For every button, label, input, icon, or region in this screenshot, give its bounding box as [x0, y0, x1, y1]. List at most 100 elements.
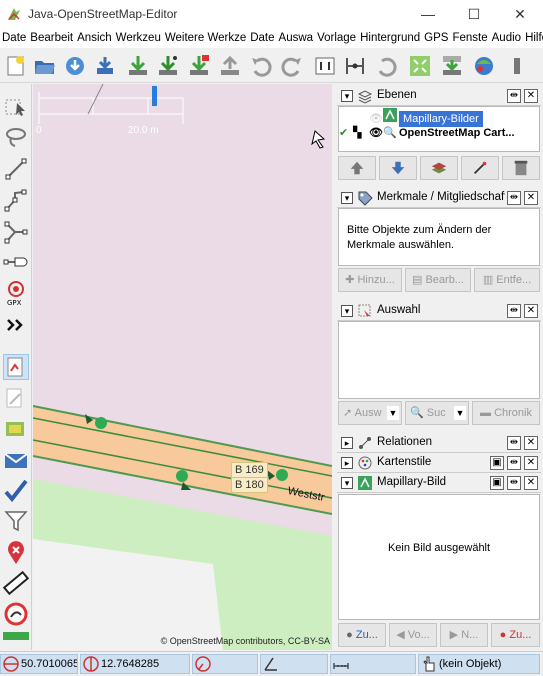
- draw-tool-icon[interactable]: [3, 156, 29, 182]
- pin-icon[interactable]: ⇹: [507, 304, 521, 318]
- search-button[interactable]: 🔍 Suc ▼: [405, 401, 469, 425]
- next-image-button[interactable]: ▶ N...: [440, 623, 488, 647]
- history-button[interactable]: ▬ Chronik: [472, 401, 540, 425]
- layers-panel-header[interactable]: ▾ Ebenen ⇹ ✕: [337, 86, 541, 106]
- panel-close-icon[interactable]: ✕: [524, 191, 538, 205]
- activate-layer-icon[interactable]: [461, 156, 499, 180]
- undo-icon[interactable]: [249, 54, 273, 78]
- mapillary-join-icon[interactable]: [3, 386, 29, 412]
- collapse-icon[interactable]: ▾: [341, 477, 353, 489]
- measure-tool-icon[interactable]: [2, 570, 30, 596]
- expand-icon[interactable]: ▸: [341, 437, 353, 449]
- zoom-fit-icon[interactable]: [408, 54, 432, 78]
- revert-icon[interactable]: [374, 54, 398, 78]
- move-up-icon[interactable]: [338, 156, 376, 180]
- menu-view[interactable]: Ansich: [75, 28, 114, 48]
- map-attribution[interactable]: © OpenStreetMap contributors, CC-BY-SA: [161, 636, 330, 646]
- download-in-view-icon[interactable]: [440, 54, 464, 78]
- menu-help[interactable]: Hilfe: [523, 28, 543, 48]
- menu-presets[interactable]: Vorlage: [315, 28, 358, 48]
- mapillary-image-area[interactable]: Kein Bild ausgewählt: [338, 494, 540, 620]
- map-canvas[interactable]: [33, 84, 332, 650]
- select-button[interactable]: ➚ Ausw ▼: [338, 401, 402, 425]
- panel-close-icon[interactable]: ✕: [524, 304, 538, 318]
- validate-tool-icon[interactable]: [3, 478, 29, 504]
- dropdown-arrow-icon[interactable]: ▼: [387, 406, 399, 420]
- mapillary-select-icon[interactable]: [3, 354, 29, 380]
- way-tool-icon[interactable]: [3, 188, 29, 214]
- panel-close-icon[interactable]: ✕: [524, 436, 538, 450]
- panel-close-icon[interactable]: ✕: [524, 89, 538, 103]
- more-tools-icon[interactable]: [3, 312, 29, 338]
- download-data-icon[interactable]: [126, 54, 150, 78]
- split-way-icon[interactable]: [343, 54, 367, 78]
- settings-icon[interactable]: ▣: [490, 476, 504, 490]
- prohibited-tool-icon[interactable]: [3, 601, 29, 627]
- previous-image-button[interactable]: ◀ Vo...: [389, 623, 437, 647]
- download-osm-icon[interactable]: [156, 54, 180, 78]
- minimize-button[interactable]: —: [405, 0, 451, 28]
- lasso-tool-icon[interactable]: [3, 124, 29, 150]
- expand-icon[interactable]: ▸: [341, 457, 353, 469]
- menu-audio[interactable]: Audio: [490, 28, 523, 48]
- wms-icon[interactable]: [472, 54, 496, 78]
- pin-icon[interactable]: ⇹: [507, 89, 521, 103]
- pin-icon[interactable]: ⇹: [507, 191, 521, 205]
- pin-icon[interactable]: ⇹: [507, 476, 521, 490]
- menu-more-tools[interactable]: Weitere Werkze: [163, 28, 248, 48]
- mapstyles-panel-header[interactable]: ▸ Kartenstile ▣ ⇹ ✕: [337, 453, 541, 473]
- mapillary-image-panel-header[interactable]: ▾ Mapillary-Bild ▣ ⇹ ✕: [337, 473, 541, 493]
- move-down-icon[interactable]: [379, 156, 417, 180]
- menu-windows[interactable]: Fenste: [450, 28, 489, 48]
- close-image-button[interactable]: ● Zu...: [491, 623, 540, 647]
- close-button[interactable]: ✕: [497, 0, 543, 28]
- menu-gps[interactable]: GPS: [422, 28, 450, 48]
- toolbar-end-icon[interactable]: [505, 54, 529, 78]
- panel-close-icon[interactable]: ✕: [524, 476, 538, 490]
- filter-tool-icon[interactable]: [3, 508, 29, 534]
- menu-imagery[interactable]: Hintergrund: [358, 28, 422, 48]
- menu-data[interactable]: Date: [248, 28, 276, 48]
- goto-image-button[interactable]: ● Zu...: [338, 623, 386, 647]
- redo-icon[interactable]: [280, 54, 304, 78]
- collapse-icon[interactable]: ▾: [341, 90, 353, 102]
- preferences-icon[interactable]: [313, 54, 337, 78]
- menu-file[interactable]: Date: [0, 28, 28, 48]
- merge-layers-icon[interactable]: [420, 156, 458, 180]
- visibility-eye-icon[interactable]: 👁: [369, 125, 383, 141]
- mapillary-edit-icon[interactable]: [3, 418, 29, 444]
- select-tool-icon[interactable]: [3, 94, 29, 120]
- layers-list[interactable]: 👁 Mapillary-Bilder ✔ ▚ 👁🔍 OpenStreetMap Cart…: [338, 106, 540, 152]
- menu-edit[interactable]: Bearbeit: [28, 28, 75, 48]
- improve-way-tool-icon[interactable]: [3, 220, 29, 246]
- download-icon[interactable]: [63, 54, 87, 78]
- pin-icon[interactable]: ⇹: [507, 436, 521, 450]
- panel-close-icon[interactable]: ✕: [524, 456, 538, 470]
- parallel-tool-icon[interactable]: [3, 250, 29, 276]
- settings-icon[interactable]: ▣: [490, 456, 504, 470]
- delete-tag-button[interactable]: ▥ Entfe...: [474, 268, 540, 292]
- menu-selection[interactable]: Auswa: [277, 28, 316, 48]
- layer-item-osm-carto[interactable]: ✔ ▚ 👁🔍 OpenStreetMap Cart...: [339, 125, 539, 141]
- edit-tag-button[interactable]: ▤ Bearb...: [405, 268, 471, 292]
- download-along-icon[interactable]: [93, 54, 117, 78]
- tags-panel-header[interactable]: ▾ Merkmale / Mitgliedschafte ⇹ ✕: [337, 188, 541, 208]
- download-notes-icon[interactable]: [187, 54, 211, 78]
- delete-layer-icon[interactable]: [502, 156, 540, 180]
- layer-item-mapillary[interactable]: 👁 Mapillary-Bilder: [339, 108, 539, 127]
- collapse-icon[interactable]: ▾: [341, 305, 353, 317]
- relations-panel-header[interactable]: ▸ Relationen ⇹ ✕: [337, 433, 541, 453]
- add-tag-button[interactable]: ✚ Hinzu...: [338, 268, 402, 292]
- selection-list[interactable]: [338, 321, 540, 399]
- message-tool-icon[interactable]: [3, 448, 29, 474]
- dropdown-arrow-icon[interactable]: ▼: [454, 406, 466, 420]
- upload-icon[interactable]: [218, 54, 242, 78]
- map-view[interactable]: 0 20.0 m B 169 B 180 Weststr © OpenStree…: [33, 84, 332, 650]
- gpx-tool-icon[interactable]: GPX: [3, 280, 29, 307]
- pin-icon[interactable]: ⇹: [507, 456, 521, 470]
- new-icon[interactable]: [4, 54, 28, 78]
- collapse-icon[interactable]: ▾: [341, 192, 353, 204]
- menu-tools[interactable]: Werkzeu: [114, 28, 163, 48]
- open-icon[interactable]: [33, 54, 57, 78]
- remove-tool-icon[interactable]: [3, 540, 29, 566]
